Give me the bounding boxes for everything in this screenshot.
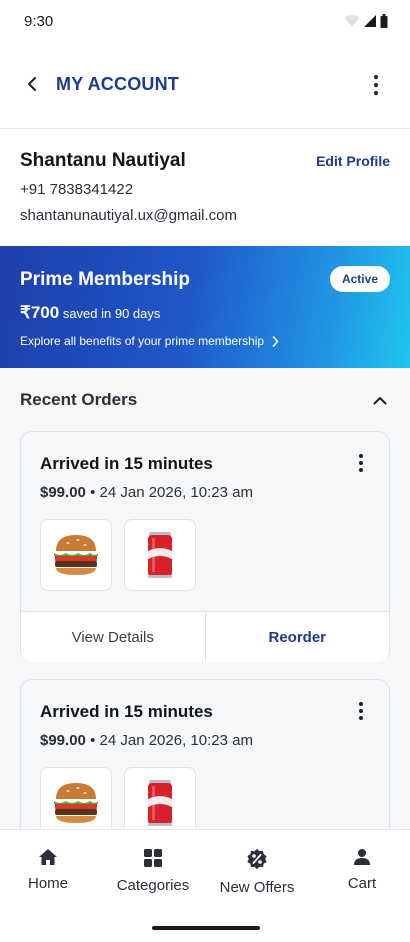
nav-label-cart: Cart bbox=[347, 875, 377, 892]
order-meta: $99.00 • 24 Jan 2026, 10:23 am bbox=[40, 484, 253, 501]
more-options-button[interactable] bbox=[364, 70, 388, 100]
more-vertical-icon bbox=[374, 75, 378, 79]
order-card: Arrived in 15 minutes $99.00 • 24 Jan 20… bbox=[20, 431, 390, 662]
burger-icon bbox=[54, 783, 98, 823]
order-options-button[interactable] bbox=[351, 700, 371, 722]
more-vertical-icon bbox=[359, 702, 363, 706]
order-options-button[interactable] bbox=[351, 452, 371, 474]
page-title: MY ACCOUNT bbox=[56, 74, 179, 94]
home-icon bbox=[39, 849, 57, 865]
view-details-button[interactable]: View Details bbox=[21, 612, 206, 662]
order-datetime: 24 Jan 2026, 10:23 am bbox=[99, 484, 253, 501]
status-icons bbox=[344, 14, 388, 28]
nav-label-home: Home bbox=[27, 875, 68, 892]
nav-item-categories[interactable]: Categories bbox=[102, 848, 204, 894]
nav-item-cart[interactable]: Cart bbox=[311, 848, 410, 892]
order-item-thumbnail bbox=[124, 519, 196, 591]
profile-email: shantanunautiyal.ux@gmail.com bbox=[20, 207, 238, 224]
profile-phone: +91 7838341422 bbox=[20, 181, 134, 198]
categories-icon bbox=[144, 849, 162, 867]
prime-explore-text: Explore all benefits of your prime membe… bbox=[20, 334, 265, 348]
status-badge: Active bbox=[329, 266, 390, 292]
nav-item-new-offers[interactable]: New Offers bbox=[206, 848, 308, 896]
cola-can-icon bbox=[148, 532, 172, 578]
nav-label-new-offers: New Offers bbox=[219, 879, 295, 896]
order-meta: $99.00 • 24 Jan 2026, 10:23 am bbox=[40, 732, 253, 749]
prime-saved-amount: ₹700 bbox=[20, 303, 60, 322]
meta-separator: • bbox=[90, 484, 96, 501]
back-button[interactable] bbox=[20, 72, 44, 96]
chevron-right-icon bbox=[272, 335, 279, 347]
recent-orders-title: Recent Orders bbox=[20, 390, 138, 409]
order-actions: View Details Reorder bbox=[21, 611, 389, 662]
prime-explore-link[interactable]: Explore all benefits of your prime membe… bbox=[20, 334, 279, 348]
chevron-up-icon bbox=[373, 396, 387, 404]
edit-profile-link[interactable]: Edit Profile bbox=[316, 153, 390, 169]
collapse-button[interactable] bbox=[370, 390, 390, 410]
order-price: $99.00 bbox=[40, 732, 86, 749]
order-item-thumbnail bbox=[40, 519, 112, 591]
status-time: 9:30 bbox=[24, 13, 54, 30]
signal-icon bbox=[364, 15, 376, 27]
cart-icon bbox=[354, 849, 370, 865]
app-header: MY ACCOUNT bbox=[0, 44, 410, 129]
nav-label-categories: Categories bbox=[116, 877, 190, 894]
prime-savings: ₹700 saved in 90 days bbox=[20, 303, 160, 323]
prime-saved-text: saved in 90 days bbox=[62, 306, 161, 321]
nav-item-home[interactable]: Home bbox=[0, 848, 99, 892]
back-arrow-icon bbox=[28, 77, 36, 91]
home-indicator[interactable] bbox=[152, 926, 260, 930]
order-price: $99.00 bbox=[40, 484, 86, 501]
burger-icon bbox=[54, 535, 98, 575]
meta-separator: • bbox=[90, 732, 96, 749]
more-vertical-icon bbox=[359, 454, 363, 458]
reorder-button[interactable]: Reorder bbox=[205, 612, 389, 662]
prime-title: Prime Membership bbox=[20, 269, 190, 290]
status-bar: 9:30 bbox=[0, 0, 410, 44]
profile-name: Shantanu Nautiyal bbox=[20, 150, 186, 171]
prime-membership-banner[interactable]: Prime Membership Active ₹700 saved in 90… bbox=[0, 246, 410, 368]
cola-can-icon bbox=[148, 780, 172, 826]
wifi-icon bbox=[344, 15, 360, 27]
offers-icon bbox=[247, 849, 267, 869]
battery-icon bbox=[380, 14, 388, 28]
order-status-title: Arrived in 15 minutes bbox=[40, 454, 213, 473]
order-datetime: 24 Jan 2026, 10:23 am bbox=[99, 732, 253, 749]
order-status-title: Arrived in 15 minutes bbox=[40, 702, 213, 721]
